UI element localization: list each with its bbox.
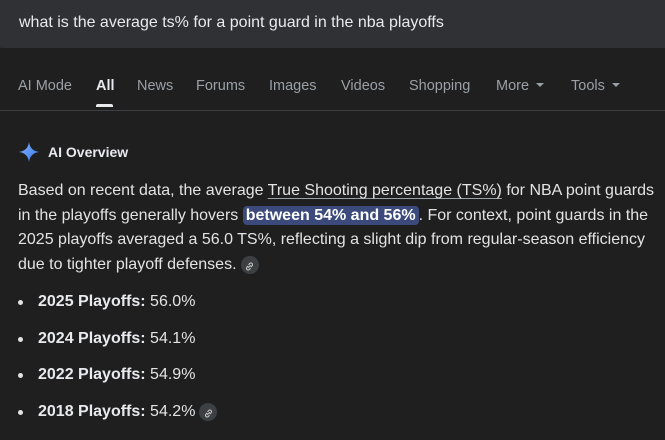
tab-tools-label: Tools: [571, 78, 605, 94]
list-item-label: 2024 Playoffs:: [38, 329, 146, 347]
tab-all[interactable]: All: [96, 78, 115, 94]
ai-overview-summary: Based on recent data, the average True S…: [18, 179, 658, 277]
ai-overview-title: AI Overview: [48, 144, 129, 160]
link-icon: [204, 409, 212, 417]
sparkle-icon: [18, 141, 40, 163]
list-item-value: 56.0%: [145, 293, 196, 310]
list-item-value: 54.2%: [145, 402, 196, 420]
tab-shopping[interactable]: Shopping: [409, 78, 470, 94]
tab-forums[interactable]: Forums: [196, 78, 245, 94]
tab-news[interactable]: News: [137, 78, 173, 94]
list-item-label: 2025 Playoffs:: [38, 293, 146, 310]
tab-tools[interactable]: Tools: [571, 78, 620, 94]
chevron-down-icon: [536, 83, 545, 87]
list-item-value: 54.1%: [145, 329, 196, 347]
tab-ai-mode[interactable]: AI Mode: [18, 78, 72, 94]
tab-more-label: More: [496, 78, 530, 94]
source-link-button[interactable]: [199, 402, 218, 421]
list-item: 2024 Playoffs: 54.1%: [18, 327, 217, 364]
highlighted-answer: between 54% and 56%: [242, 205, 419, 225]
list-item-value: 54.9%: [145, 366, 196, 383]
search-tabs: AI Mode All News Forums Images Videos Sh…: [0, 66, 665, 111]
bullet-dot: [18, 336, 23, 342]
playoff-ts-list: 2025 Playoffs: 56.0% 2024 Playoffs: 54.1…: [18, 290, 218, 437]
search-bar[interactable]: what is the average ts% for a point guar…: [0, 0, 665, 48]
bullet-dot: [18, 409, 23, 415]
list-item: 2018 Playoffs: 54.2%: [18, 400, 218, 437]
active-tab-indicator: [96, 104, 113, 107]
list-item: 2022 Playoffs: 54.9%: [18, 363, 217, 400]
list-item-label: 2022 Playoffs:: [38, 366, 146, 383]
tab-videos[interactable]: Videos: [341, 78, 385, 94]
search-query-text[interactable]: what is the average ts% for a point guar…: [19, 14, 444, 32]
tab-images[interactable]: Images: [269, 78, 317, 94]
ts-percentage-link[interactable]: True Shooting percentage (TS%): [268, 182, 502, 199]
search-results-page: what is the average ts% for a point guar…: [0, 0, 665, 440]
bullet-dot: [18, 373, 23, 378]
list-item: 2025 Playoffs: 56.0%: [18, 290, 217, 327]
source-link-button[interactable]: [240, 255, 259, 274]
ai-overview-header: AI Overview: [18, 140, 128, 164]
tab-more[interactable]: More: [496, 78, 545, 94]
list-item-label: 2018 Playoffs:: [38, 402, 146, 420]
chevron-down-icon: [611, 83, 620, 87]
summary-text-1: Based on recent data, the average: [18, 182, 268, 199]
link-icon: [246, 262, 254, 270]
bullet-dot: [18, 300, 23, 305]
